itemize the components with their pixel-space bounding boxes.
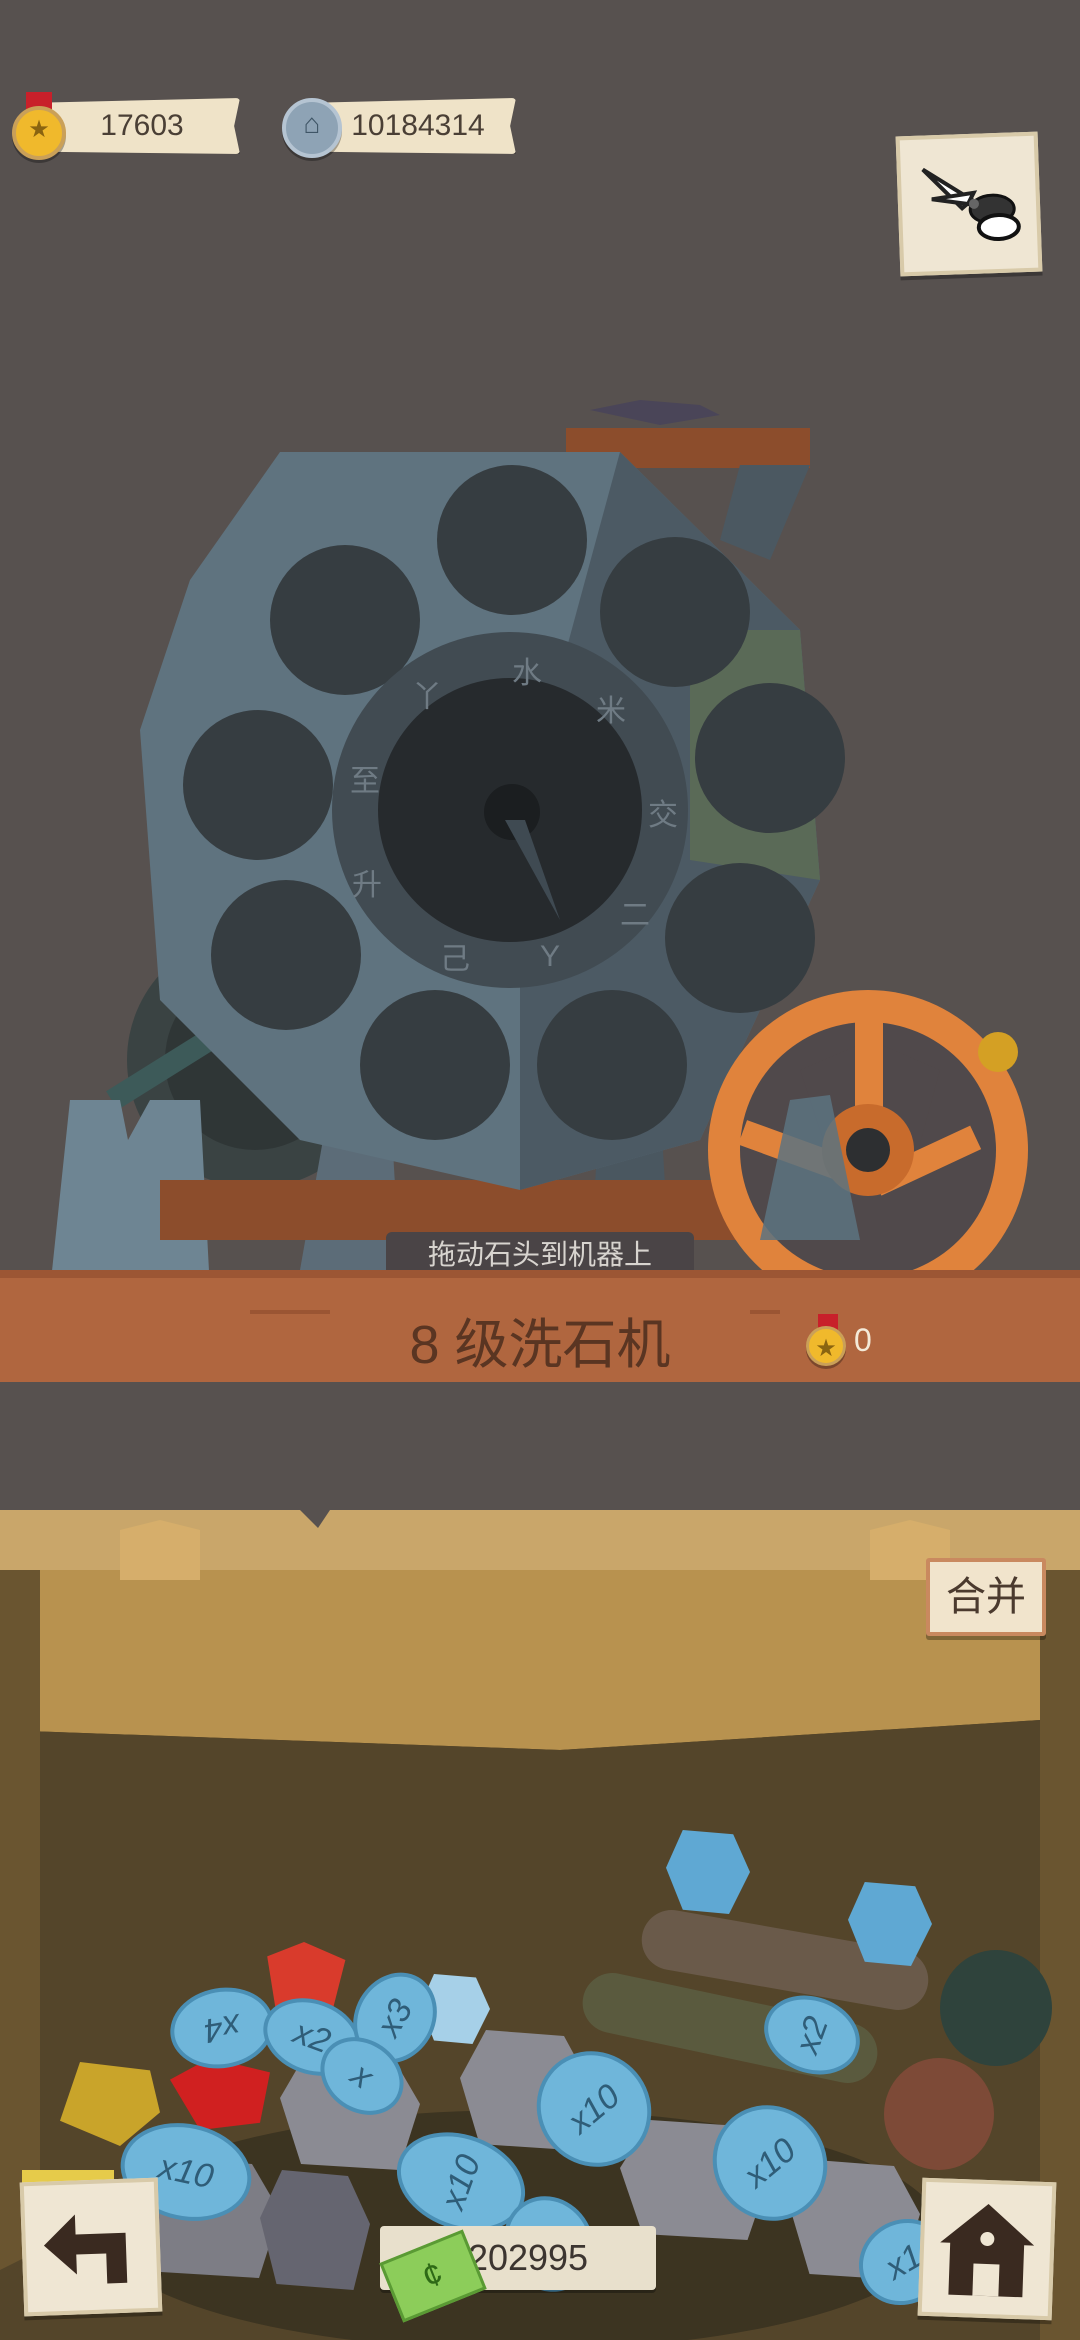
medal-icon	[12, 106, 66, 160]
tag-label: x10	[736, 2130, 803, 2195]
tag-label: x10	[560, 2076, 627, 2141]
stone-bin[interactable]: x4 x2 x3 x x10 x10 x10 x10 x2 x1 x1 合并	[0, 1510, 1080, 2340]
tag-label: x10	[155, 2147, 217, 2196]
dark-egg[interactable]	[940, 1950, 1052, 2066]
home-icon	[940, 2204, 1035, 2298]
medal-count-bar: 17603	[44, 98, 240, 154]
back-button[interactable]	[19, 2177, 163, 2317]
home-button[interactable]	[917, 2177, 1057, 2321]
merge-button-label: 合并	[946, 1575, 1026, 1619]
tag-label: x4	[201, 2006, 244, 2051]
medal-count: 17603	[100, 109, 184, 142]
reward-medal-icon	[806, 1326, 846, 1366]
tag-label: x10	[433, 2149, 488, 2215]
tag-label: x2	[787, 2011, 836, 2059]
grey-rock[interactable]	[260, 2170, 370, 2290]
tag-label: x3	[369, 1992, 420, 2043]
tag-label: x	[344, 2055, 381, 2097]
machine-level-text: 8 级洗石机	[409, 1315, 671, 1375]
pliers-icon	[921, 167, 1021, 241]
brown-egg[interactable]	[884, 2058, 994, 2170]
back-arrow-icon	[43, 2214, 128, 2284]
gear-count-bar: 10184314	[320, 98, 516, 154]
tool-button[interactable]	[895, 131, 1043, 277]
gear-coin-icon	[282, 98, 342, 158]
drag-hint-text: 拖动石头到机器上	[427, 1239, 652, 1270]
gear-count: 10184314	[351, 109, 485, 142]
reward-count: 0	[854, 1322, 872, 1358]
machine-level-title: 8 级洗石机	[330, 1300, 750, 1379]
merge-button[interactable]: 合并	[926, 1558, 1046, 1636]
